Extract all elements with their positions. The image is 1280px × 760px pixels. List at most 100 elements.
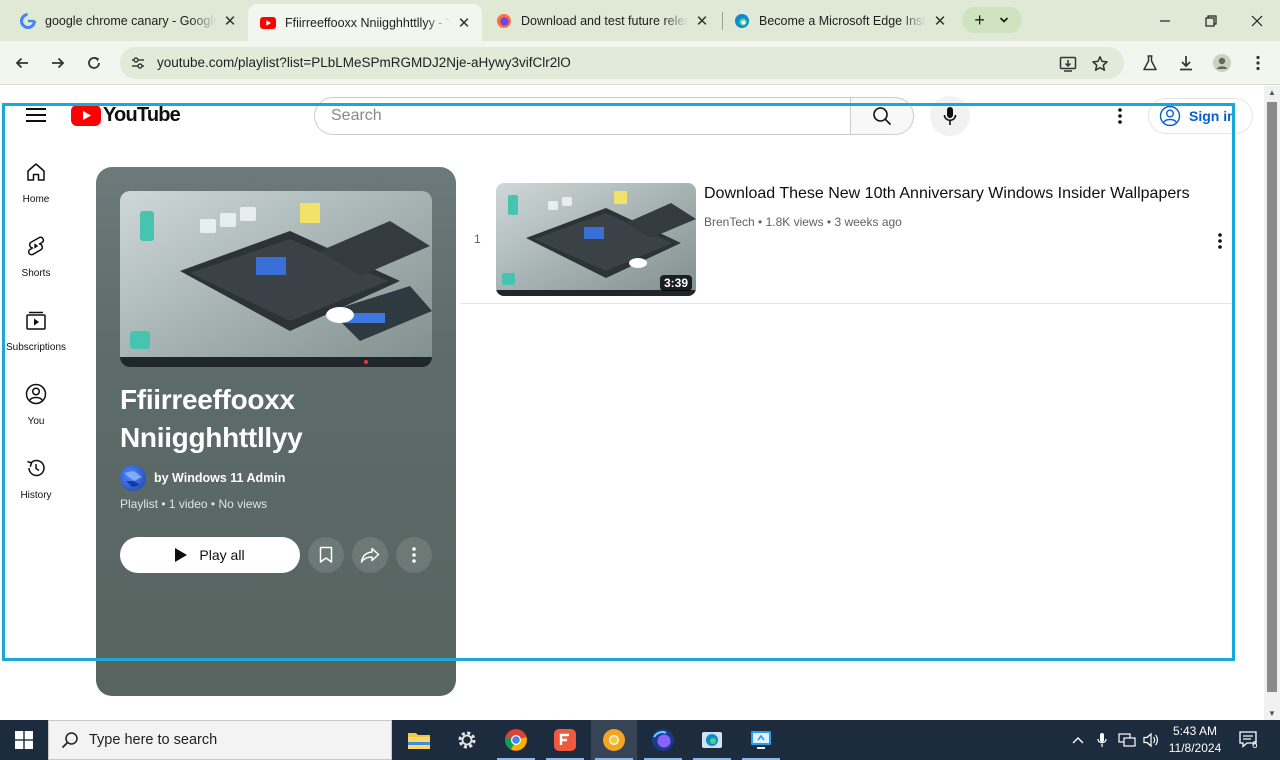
network-icon[interactable] [1116, 720, 1138, 760]
address-bar[interactable]: youtube.com/playlist?list=PLbLMeSPmRGMDJ… [120, 47, 1124, 79]
search-button[interactable] [850, 97, 914, 135]
tab-google-search[interactable]: google chrome canary - Google Search ✕ [8, 5, 248, 37]
forward-button[interactable] [44, 49, 72, 77]
windows-taskbar: Type here to search 5:43 AM 11/8/2024 6 [0, 720, 1280, 760]
minimize-button[interactable] [1142, 0, 1188, 41]
notification-count-badge: 6 [1252, 740, 1258, 751]
guide-item-you[interactable]: You [0, 370, 72, 444]
volume-icon[interactable] [1140, 720, 1162, 760]
share-icon [360, 547, 380, 563]
home-icon [24, 160, 48, 184]
new-tab-group: + [962, 7, 1022, 33]
remote-desktop-icon[interactable] [738, 720, 784, 760]
scroll-up-arrow-icon[interactable]: ▲ [1268, 88, 1276, 97]
guide-item-shorts[interactable]: Shorts [0, 222, 72, 296]
tab-edge-insider[interactable]: Become a Microsoft Edge Insider ✕ [722, 5, 958, 37]
playlist-title: Ffiirreeffooxx Nniigghhttllyy [120, 384, 303, 453]
install-app-icon[interactable] [1058, 54, 1078, 74]
start-button[interactable] [0, 720, 48, 760]
settings-more-icon[interactable] [1108, 104, 1132, 128]
bookmark-star-icon[interactable] [1090, 54, 1110, 74]
taskbar-search-placeholder: Type here to search [89, 732, 218, 748]
browser-menu-icon[interactable] [1246, 51, 1270, 75]
youtube-logo-icon [71, 105, 101, 126]
chrome-canary-icon[interactable] [591, 720, 637, 760]
close-tab-icon[interactable]: ✕ [932, 13, 948, 30]
video-thumbnail[interactable]: 3:39 [496, 183, 696, 296]
guide-item-history[interactable]: History [0, 444, 72, 518]
guide-label: You [27, 416, 45, 427]
share-playlist-button[interactable] [352, 537, 388, 573]
labs-flask-icon[interactable] [1138, 51, 1162, 75]
scroll-down-arrow-icon[interactable]: ▼ [1268, 709, 1276, 718]
firefox-icon [496, 13, 512, 29]
sign-in-button[interactable]: Sign in [1148, 98, 1253, 134]
mini-guide: Home Shorts Subscriptions You History [0, 148, 72, 518]
history-icon [24, 456, 48, 480]
playlist-owner[interactable]: by Windows 11 Admin [120, 465, 285, 491]
playlist-video-row[interactable]: 1 3:39 Download These New 10th Anniversa… [460, 182, 1234, 304]
guide-label: History [20, 490, 52, 501]
url-text[interactable]: youtube.com/playlist?list=PLbLMeSPmRGMDJ… [157, 55, 571, 70]
close-tab-icon[interactable]: ✕ [694, 13, 710, 30]
video-duration: 3:39 [659, 275, 692, 291]
logo-wordmark: YouTube [103, 104, 181, 126]
tab-title: Ffiirreeffooxx Nniigghhttllyy - YouTube [285, 15, 450, 30]
account-icon [1159, 105, 1181, 127]
profile-avatar-icon[interactable] [1210, 51, 1234, 75]
settings-gear-icon[interactable] [444, 720, 490, 760]
taskbar-search-box[interactable]: Type here to search [48, 720, 392, 760]
downloads-icon[interactable] [1174, 51, 1198, 75]
playlist-stats: Playlist • 1 video • No views [120, 497, 268, 511]
file-explorer-icon[interactable] [396, 720, 442, 760]
tab-youtube-playlist[interactable]: Ffiirreeffooxx Nniigghhttllyy - YouTube … [248, 4, 482, 41]
play-all-label: Play all [199, 547, 245, 563]
chrome-icon[interactable] [493, 720, 539, 760]
search-icon [61, 732, 78, 749]
firefox-nightly-icon[interactable] [640, 720, 686, 760]
site-info-icon[interactable] [130, 55, 146, 71]
tab-search-chevron-icon[interactable] [998, 11, 1010, 29]
youtube-logo[interactable]: YouTube [71, 104, 181, 127]
video-title[interactable]: Download These New 10th Anniversary Wind… [704, 185, 1190, 203]
close-window-button[interactable] [1234, 0, 1280, 41]
app-red-icon[interactable] [542, 720, 588, 760]
tab-title: google chrome canary - Google Search [45, 14, 216, 28]
microphone-icon [943, 107, 957, 125]
search-icon [873, 107, 892, 126]
tab-title: Become a Microsoft Edge Insider [759, 14, 926, 28]
play-icon [175, 548, 188, 562]
action-center-button[interactable]: 6 [1234, 720, 1264, 760]
tab-firefox-download[interactable]: Download and test future releases ✕ [484, 5, 720, 37]
youtube-icon [260, 15, 276, 31]
edge-icon [734, 13, 750, 29]
guide-label: Home [22, 194, 50, 205]
show-hidden-icons-chevron-icon[interactable] [1068, 720, 1088, 760]
edge-insider-icon[interactable] [689, 720, 735, 760]
play-all-button[interactable]: Play all [120, 537, 300, 573]
tab-title: Download and test future releases [521, 14, 688, 28]
guide-item-home[interactable]: Home [0, 148, 72, 222]
video-meta: BrenTech • 1.8K views • 3 weeks ago [704, 215, 902, 229]
search-input[interactable] [314, 97, 851, 135]
close-tab-icon[interactable]: ✕ [456, 15, 472, 32]
voice-search-button[interactable] [930, 96, 970, 136]
playlist-thumbnail[interactable] [120, 191, 432, 367]
back-button[interactable] [8, 49, 36, 77]
page-scrollbar[interactable]: ▲ ▼ [1264, 86, 1280, 720]
video-more-button[interactable] [1208, 229, 1232, 253]
guide-item-subscriptions[interactable]: Subscriptions [0, 296, 72, 370]
save-playlist-button[interactable] [308, 537, 344, 573]
playlist-header-card: Ffiirreeffooxx Nniigghhttllyy by Windows… [96, 167, 456, 696]
shorts-icon [24, 234, 48, 258]
reload-button[interactable] [80, 49, 108, 77]
guide-menu-icon[interactable] [26, 108, 46, 122]
scrollbar-thumb[interactable] [1267, 102, 1277, 692]
subscriptions-icon [24, 308, 48, 332]
close-tab-icon[interactable]: ✕ [222, 13, 238, 30]
playlist-more-button[interactable] [396, 537, 432, 573]
new-tab-button[interactable]: + [974, 11, 985, 29]
restore-button[interactable] [1188, 0, 1234, 41]
system-clock[interactable]: 5:43 AM 11/8/2024 [1162, 723, 1228, 757]
microphone-tray-icon[interactable] [1092, 720, 1112, 760]
